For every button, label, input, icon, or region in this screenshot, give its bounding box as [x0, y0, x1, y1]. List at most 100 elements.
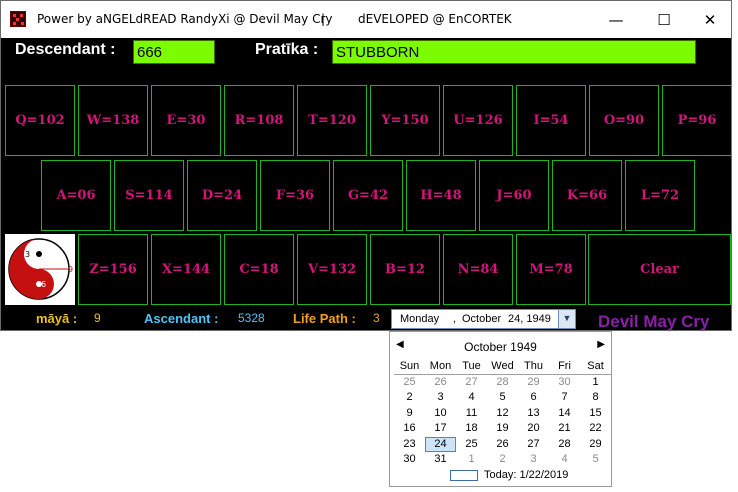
calendar-day[interactable]: 25	[394, 375, 425, 391]
calendar-day[interactable]: 18	[456, 421, 487, 437]
pratika-field[interactable]: STUBBORN	[332, 40, 696, 64]
calendar-day[interactable]: 26	[487, 437, 518, 453]
key-x[interactable]: X=144	[151, 234, 221, 305]
minimize-icon: —	[608, 10, 624, 29]
descendant-label: Descendant :	[15, 41, 116, 58]
calendar-day[interactable]: 5	[487, 390, 518, 406]
key-r[interactable]: R=108	[224, 85, 294, 156]
calendar-day[interactable]: 10	[425, 406, 456, 422]
key-d[interactable]: D=24	[187, 160, 257, 231]
calendar-day[interactable]: 7	[549, 390, 580, 406]
calendar-day[interactable]: 5	[580, 452, 611, 468]
next-month-icon[interactable]: ▶	[597, 339, 605, 350]
key-c[interactable]: C=18	[224, 234, 294, 305]
calendar-day[interactable]: 20	[518, 421, 549, 437]
calendar-day[interactable]: 24	[425, 436, 456, 452]
calendar-month-title[interactable]: October 1949	[390, 340, 611, 354]
key-p[interactable]: P=96	[662, 85, 732, 156]
calendar-day[interactable]: 28	[487, 375, 518, 391]
key-j[interactable]: J=60	[479, 160, 549, 231]
key-q[interactable]: Q=102	[5, 85, 75, 156]
key-m[interactable]: M=78	[516, 234, 586, 305]
calendar-day[interactable]: 22	[580, 421, 611, 437]
calendar-day[interactable]: 1	[456, 452, 487, 468]
weekday-header: Mon	[425, 359, 456, 375]
calendar-day[interactable]: 6	[518, 390, 549, 406]
title-separator: |	[321, 12, 326, 26]
key-t[interactable]: T=120	[297, 85, 367, 156]
close-button[interactable]: ✕	[687, 1, 733, 38]
calendar-day[interactable]: 23	[394, 437, 425, 453]
calendar-day[interactable]: 12	[487, 406, 518, 422]
calendar-day[interactable]: 21	[549, 421, 580, 437]
calendar-day[interactable]: 16	[394, 421, 425, 437]
calendar-day[interactable]: 28	[549, 437, 580, 453]
key-n[interactable]: N=84	[443, 234, 513, 305]
date-picker[interactable]: Monday , October 24, 1949 ▼	[391, 309, 576, 329]
chevron-down-icon: ▼	[562, 313, 572, 323]
descendant-field[interactable]: 666	[133, 40, 215, 64]
today-label: Today: 1/22/2019	[484, 469, 569, 481]
window-title: Power by aNGELdREAD RandyXi @ Devil May …	[37, 12, 333, 26]
calendar-day[interactable]: 11	[456, 406, 487, 422]
date-weekday[interactable]: Monday	[400, 313, 439, 325]
calendar-day[interactable]: 29	[580, 437, 611, 453]
calendar-day[interactable]: 15	[580, 406, 611, 422]
key-f[interactable]: F=36	[260, 160, 330, 231]
key-e[interactable]: E=30	[151, 85, 221, 156]
key-i[interactable]: I=54	[516, 85, 586, 156]
maximize-icon: ☐	[657, 10, 671, 29]
key-g[interactable]: G=42	[333, 160, 403, 231]
key-s[interactable]: S=114	[114, 160, 184, 231]
key-v[interactable]: V=132	[297, 234, 367, 305]
calendar-day[interactable]: 1	[580, 375, 611, 391]
date-month[interactable]: October	[462, 313, 501, 325]
key-k[interactable]: K=66	[552, 160, 622, 231]
brand-label: Devil May Cry	[598, 312, 710, 331]
key-z[interactable]: Z=156	[78, 234, 148, 305]
today-link[interactable]: Today: 1/22/2019	[450, 469, 568, 481]
ascendant-label: Ascendant :	[144, 311, 219, 326]
calendar-day[interactable]: 27	[456, 375, 487, 391]
key-l[interactable]: L=72	[625, 160, 695, 231]
key-a[interactable]: A=06	[41, 160, 111, 231]
title-bar[interactable]: Power by aNGELdREAD RandyXi @ Devil May …	[1, 1, 731, 38]
calendar-day[interactable]: 14	[549, 406, 580, 422]
calendar-day[interactable]: 30	[549, 375, 580, 391]
minimize-button[interactable]: —	[593, 1, 639, 38]
logo-number-top: 3	[25, 250, 30, 259]
calendar-day[interactable]: 27	[518, 437, 549, 453]
calendar-day[interactable]: 9	[394, 406, 425, 422]
dropdown-button[interactable]: ▼	[558, 310, 575, 328]
key-y[interactable]: Y=150	[370, 85, 440, 156]
close-icon: ✕	[703, 10, 717, 29]
calendar-day[interactable]: 17	[425, 421, 456, 437]
ascendant-value: 5328	[238, 311, 265, 325]
maximize-button[interactable]: ☐	[641, 1, 687, 38]
calendar-day[interactable]: 31	[425, 452, 456, 468]
calendar-day[interactable]: 2	[394, 390, 425, 406]
calendar-day[interactable]: 3	[425, 390, 456, 406]
calendar-popup: ◀ October 1949 ▶ Sun Mon Tue Wed Thu Fri Sat 25…	[389, 331, 612, 487]
calendar-day[interactable]: 29	[518, 375, 549, 391]
key-h[interactable]: H=48	[406, 160, 476, 231]
developer-credit: dEVELOPED @ EnCORTEK	[358, 12, 512, 26]
today-marker-icon	[450, 469, 478, 481]
calendar-day[interactable]: 25	[456, 437, 487, 453]
calendar-day[interactable]: 2	[487, 452, 518, 468]
key-o[interactable]: O=90	[589, 85, 659, 156]
calendar-day[interactable]: 26	[425, 375, 456, 391]
calendar-day[interactable]: 13	[518, 406, 549, 422]
calendar-day[interactable]: 3	[518, 452, 549, 468]
calendar-day[interactable]: 4	[549, 452, 580, 468]
date-day-year[interactable]: 24, 1949	[508, 313, 551, 325]
weekday-header: Thu	[518, 359, 549, 375]
key-u[interactable]: U=126	[443, 85, 513, 156]
calendar-day[interactable]: 8	[580, 390, 611, 406]
calendar-day[interactable]: 30	[394, 452, 425, 468]
clear-button[interactable]: Clear	[588, 234, 731, 305]
calendar-day[interactable]: 4	[456, 390, 487, 406]
key-b[interactable]: B=12	[370, 234, 440, 305]
key-w[interactable]: W=138	[78, 85, 148, 156]
calendar-day[interactable]: 19	[487, 421, 518, 437]
